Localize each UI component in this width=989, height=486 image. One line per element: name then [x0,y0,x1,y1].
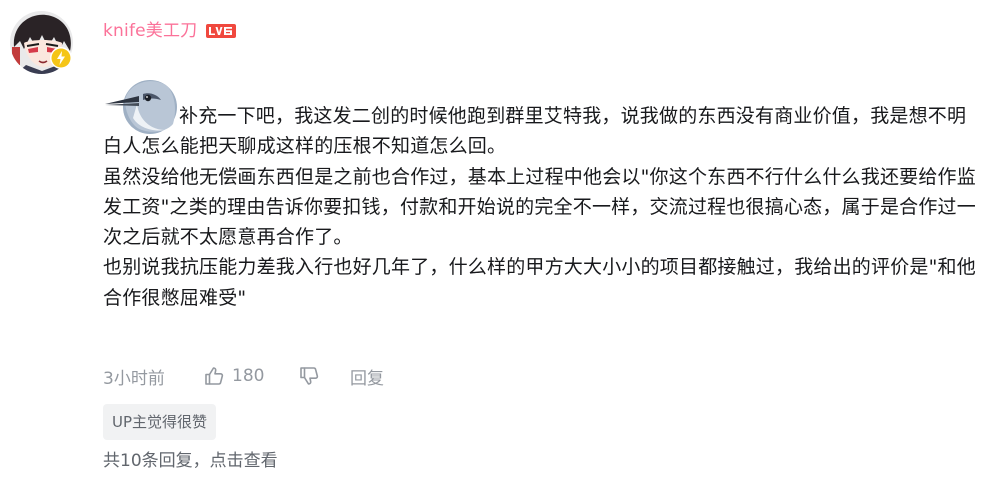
comment-actions: 3小时前 180 回复 [103,363,384,389]
thumbs-up-icon [205,367,224,385]
reply-button[interactable]: 回复 [350,364,384,389]
like-button[interactable]: 180 [203,365,298,387]
up-liked-tag: UP主觉得很赞 [103,404,217,440]
comment-time: 3小时前 [103,368,165,389]
comment-paragraph: 也别说我抗压能力差我入行也好几年了，什么样的甲方大大小小的项目都接触过，我给出的… [103,256,976,309]
like-count: 180 [232,366,265,386]
username-row: knife美工刀 [103,19,237,43]
thumbs-down-icon [300,367,319,385]
username[interactable]: knife美工刀 [103,19,197,43]
comment-paragraph: 补充一下吧，我这发二创的时候他跑到群里艾特我，说我做的东西没有商业价值，我是想不… [103,105,967,158]
lightning-bolt-icon [50,47,72,69]
view-replies-link[interactable]: 共10条回复，点击查看 [103,447,278,475]
comment-content: 补充一下吧，我这发二创的时候他跑到群里艾特我，说我做的东西没有商业价值，我是想不… [103,101,983,313]
level-badge-icon [206,24,237,38]
dislike-button[interactable] [298,365,350,387]
comment-paragraph: 虽然没给他无偿画东西但是之前也合作过，基本上过程中他会以"你这个东西不行什么什么… [103,165,976,249]
